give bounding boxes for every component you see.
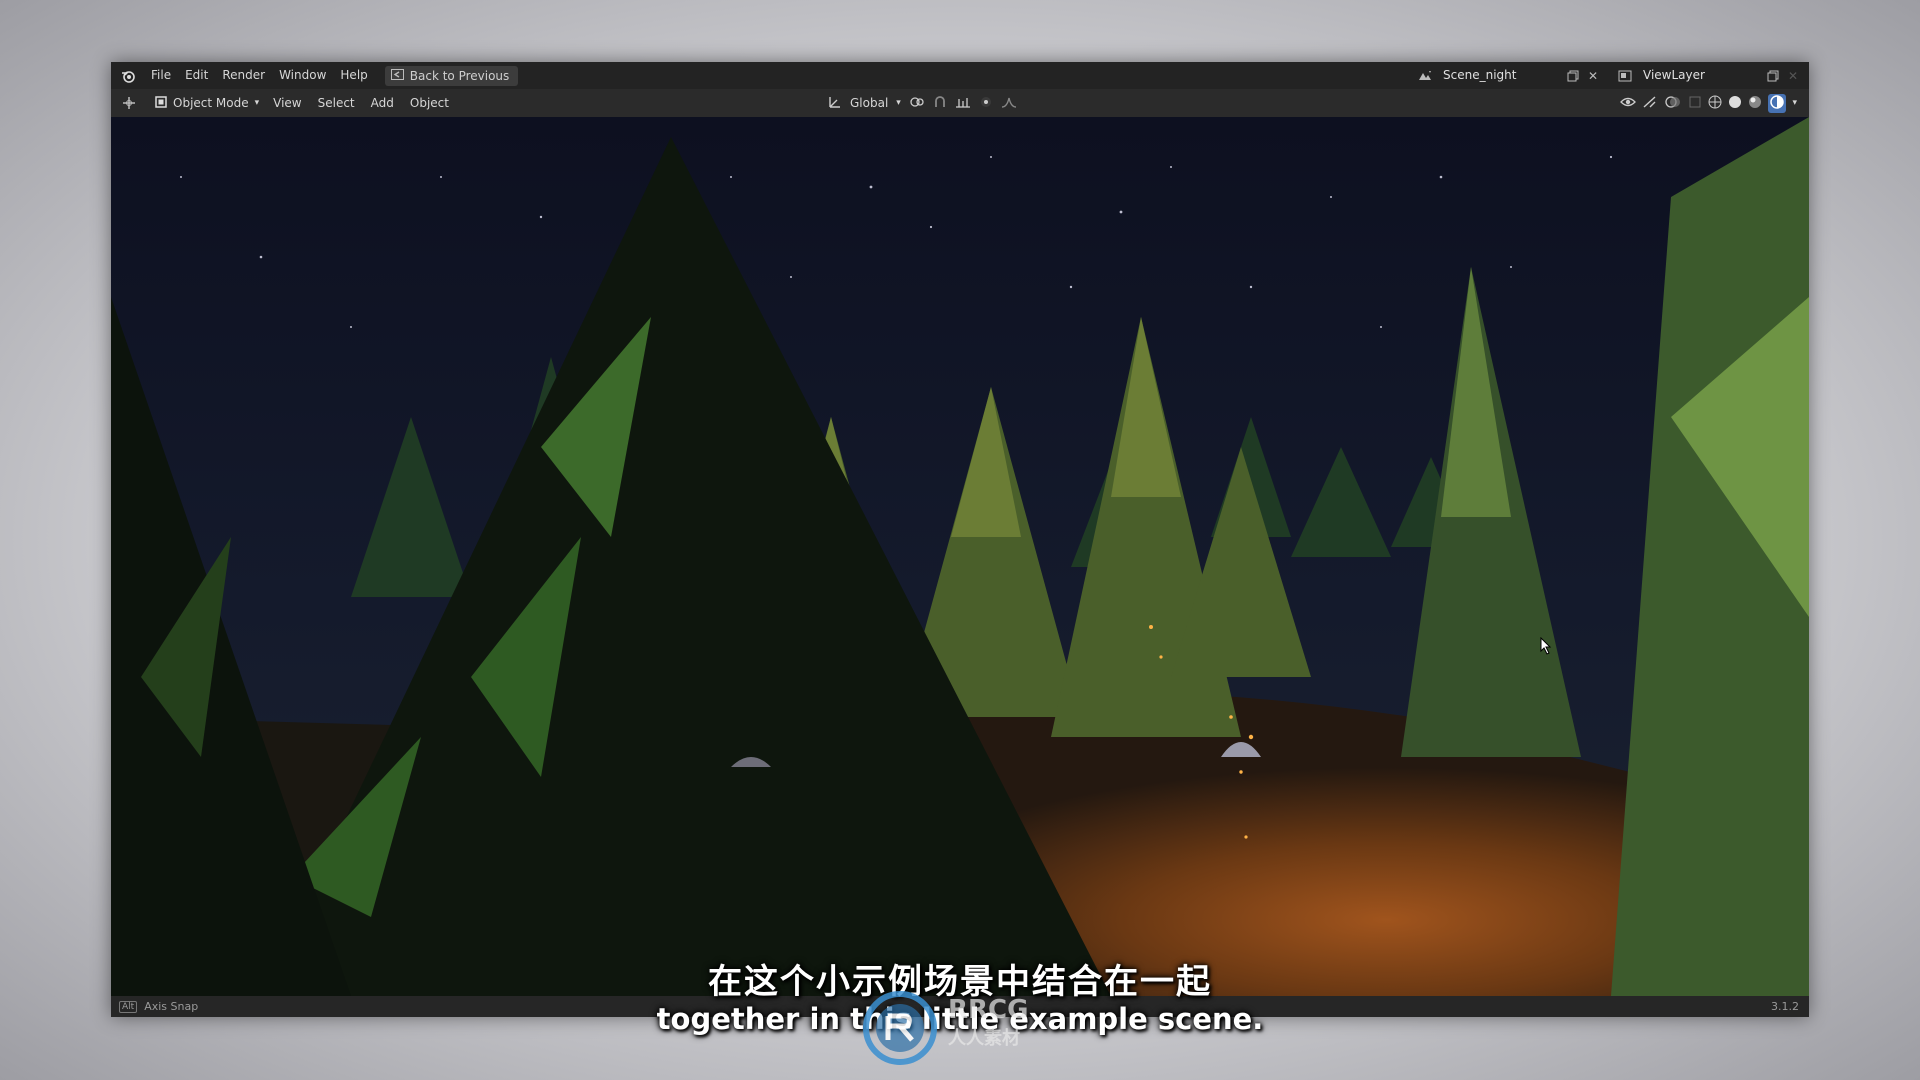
solid-shading-icon[interactable] <box>1728 95 1742 112</box>
falloff-icon[interactable] <box>1001 95 1017 112</box>
scene-selector[interactable]: Scene_night ✕ <box>1415 65 1603 86</box>
view-layer-name-field[interactable]: ViewLayer <box>1635 65 1763 86</box>
pivot-point-icon[interactable] <box>909 95 925 112</box>
render-scene-image <box>111 117 1809 996</box>
watermark-brand: RRCG <box>948 995 1029 1025</box>
menu-edit[interactable]: Edit <box>178 62 215 89</box>
back-icon <box>390 68 404 83</box>
transform-orientation-icon[interactable] <box>828 95 842 112</box>
blender-window: File Edit Render Window Help Back to Pre… <box>111 62 1809 1017</box>
view-layer-icon[interactable] <box>1615 65 1635 86</box>
menu-window[interactable]: Window <box>272 62 333 89</box>
transform-tools: Global ▾ <box>828 89 1017 117</box>
mouse-cursor-icon <box>1540 637 1552 655</box>
viewport-display-tools: ▾ <box>1620 89 1797 117</box>
wireframe-shading-icon[interactable] <box>1708 95 1722 112</box>
chevron-down-icon[interactable]: ▾ <box>1792 98 1797 108</box>
new-scene-icon[interactable] <box>1563 65 1583 86</box>
transform-orientation-dropdown[interactable]: Global <box>850 96 888 110</box>
menu-file[interactable]: File <box>144 62 178 89</box>
menu-render[interactable]: Render <box>215 62 272 89</box>
rrcg-logo-icon <box>863 991 937 1065</box>
menu-help[interactable]: Help <box>333 62 374 89</box>
xray-icon[interactable] <box>1688 95 1702 112</box>
proportional-edit-icon[interactable] <box>979 95 993 112</box>
editor-type-icon[interactable] <box>119 93 139 114</box>
chevron-down-icon: ▾ <box>254 98 260 108</box>
3d-viewport[interactable] <box>111 117 1809 996</box>
object-mode-icon <box>155 95 167 111</box>
top-bar: File Edit Render Window Help Back to Pre… <box>111 62 1809 89</box>
blender-logo-icon[interactable] <box>120 68 136 84</box>
viewport-header: Object Mode ▾ View Select Add Object Glo… <box>111 89 1809 117</box>
overlays-icon[interactable] <box>1664 95 1682 112</box>
visibility-icon[interactable] <box>1620 95 1637 112</box>
menu-object[interactable]: Object <box>402 96 457 110</box>
new-view-layer-icon[interactable] <box>1763 65 1783 86</box>
snap-toggle-icon[interactable] <box>933 95 947 112</box>
chevron-down-icon: ▾ <box>896 98 901 108</box>
scene-icon[interactable] <box>1415 65 1435 86</box>
close-view-layer-icon[interactable]: ✕ <box>1783 65 1803 86</box>
menu-add[interactable]: Add <box>363 96 402 110</box>
gizmo-icon[interactable] <box>1642 95 1658 112</box>
scene-name-field[interactable]: Scene_night <box>1435 65 1563 86</box>
watermark-chinese: 人人素材 <box>948 1028 1020 1049</box>
menu-view[interactable]: View <box>265 96 309 110</box>
menu-select[interactable]: Select <box>310 96 363 110</box>
material-shading-icon[interactable] <box>1748 95 1762 112</box>
back-to-previous-label: Back to Previous <box>409 68 510 83</box>
rendered-shading-icon[interactable] <box>1768 93 1787 113</box>
back-to-previous-button[interactable]: Back to Previous <box>384 65 519 86</box>
object-mode-label: Object Mode <box>173 96 249 110</box>
snap-target-icon[interactable] <box>955 95 971 112</box>
close-scene-icon[interactable]: ✕ <box>1583 65 1603 86</box>
object-mode-dropdown[interactable]: Object Mode ▾ <box>149 92 266 114</box>
view-layer-selector[interactable]: ViewLayer ✕ <box>1615 65 1803 86</box>
